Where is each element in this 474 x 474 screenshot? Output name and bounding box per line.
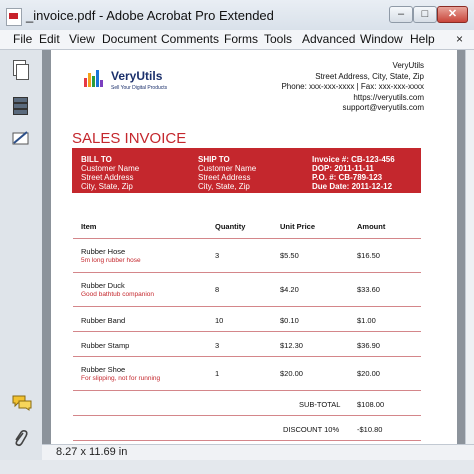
item-unit-price: $20.00 xyxy=(280,369,303,378)
maximize-button[interactable]: □ xyxy=(413,6,437,23)
page-size-readout: 8.27 x 11.69 in xyxy=(56,446,128,458)
paperclip-icon[interactable] xyxy=(12,428,30,448)
signature-icon[interactable] xyxy=(12,130,30,150)
table-row: Rubber Shoe For slipping, not for runnin… xyxy=(73,357,421,391)
date-of-purchase: DOP: 2011-11-11 xyxy=(312,164,374,173)
invoice-header-band: BILL TO Customer Name Street Address Cit… xyxy=(72,148,421,193)
menu-view[interactable]: View xyxy=(69,32,95,46)
pdf-page: VeryUtils Sell Your Digital Products Ver… xyxy=(51,50,457,444)
item-unit-price: $4.20 xyxy=(280,285,299,294)
item-quantity: 1 xyxy=(215,369,220,378)
title-bar: _invoice.pdf - Adobe Acrobat Pro Extende… xyxy=(0,0,474,31)
logo-tagline: Sell Your Digital Products xyxy=(111,85,168,91)
bill-to-street: Street Address xyxy=(81,173,134,182)
menu-document[interactable]: Document xyxy=(102,32,157,46)
item-amount: $20.00 xyxy=(357,369,380,378)
window-title: _invoice.pdf - Adobe Acrobat Pro Extende… xyxy=(26,8,274,23)
table-row: Rubber Band 10 $0.10 $1.00 xyxy=(73,307,421,332)
bill-to-heading: BILL TO xyxy=(81,155,112,164)
veryutils-logo-icon xyxy=(84,69,106,87)
logo-name: VeryUtils xyxy=(111,69,163,83)
acrobat-window: _invoice.pdf - Adobe Acrobat Pro Extende… xyxy=(0,0,474,474)
invoice-number: Invoice #: CB-123-456 xyxy=(312,155,395,164)
item-description: Good bathtub companion xyxy=(81,291,154,298)
ship-to-heading: SHIP TO xyxy=(198,155,230,164)
item-quantity: 3 xyxy=(215,341,220,350)
item-quantity: 8 xyxy=(215,285,220,294)
document-close-icon[interactable]: × xyxy=(456,32,463,46)
table-row: Rubber Duck Good bathtub companion 8 $4.… xyxy=(73,273,421,307)
subtotal-row: SUB-TOTAL $108.00 xyxy=(73,391,421,416)
comments-icon[interactable] xyxy=(12,395,32,411)
item-name: Rubber Band xyxy=(81,316,126,325)
subtotal-label: SUB-TOTAL xyxy=(299,400,341,409)
minimize-button[interactable]: – xyxy=(389,6,413,23)
navigation-pane xyxy=(0,50,43,460)
ship-to-street: Street Address xyxy=(198,173,251,182)
menu-file[interactable]: File xyxy=(13,32,32,46)
table-header-row: Item Quantity Unit Price Amount xyxy=(73,217,421,239)
menu-bar: File Edit View Document Comments Forms T… xyxy=(0,30,474,50)
menu-edit[interactable]: Edit xyxy=(39,32,60,46)
due-date: Due Date: 2011-12-12 xyxy=(312,182,393,191)
company-email: support@veryutils.com xyxy=(342,103,424,112)
company-info: VeryUtils Street Address, City, State, Z… xyxy=(281,61,424,114)
item-description: 5m long rubber hose xyxy=(81,257,141,264)
item-name: Rubber Shoe xyxy=(81,365,126,374)
close-button[interactable]: ✕ xyxy=(437,6,468,23)
vertical-scrollbar[interactable] xyxy=(465,50,474,444)
table-row: Rubber Hose 5m long rubber hose 3 $5.50 … xyxy=(73,239,421,273)
pages-icon[interactable] xyxy=(12,60,30,80)
item-name: Rubber Duck xyxy=(81,281,125,290)
item-amount: $33.60 xyxy=(357,285,380,294)
item-quantity: 3 xyxy=(215,251,220,260)
bill-to-name: Customer Name xyxy=(81,164,140,173)
item-amount: $36.90 xyxy=(357,341,380,350)
item-name: Rubber Stamp xyxy=(81,341,130,350)
layers-icon[interactable] xyxy=(12,95,30,115)
status-bar: 8.27 x 11.69 in xyxy=(42,444,474,461)
menu-forms[interactable]: Forms xyxy=(224,32,258,46)
invoice-meta-block: Invoice #: CB-123-456 DOP: 2011-11-11 P.… xyxy=(312,155,395,191)
bill-to-block: BILL TO Customer Name Street Address Cit… xyxy=(81,155,139,191)
discount-label: DISCOUNT 10% xyxy=(283,425,340,434)
document-viewport[interactable]: VeryUtils Sell Your Digital Products Ver… xyxy=(42,50,465,444)
item-unit-price: $5.50 xyxy=(280,251,299,260)
ship-to-city: City, State, Zip xyxy=(198,182,250,191)
menu-tools[interactable]: Tools xyxy=(264,32,292,46)
window-bottom-edge xyxy=(0,460,474,474)
item-amount: $1.00 xyxy=(357,316,376,325)
company-phone: Phone: xxx-xxx-xxxx | Fax: xxx-xxx-xxxx xyxy=(281,82,424,91)
ship-to-name: Customer Name xyxy=(198,164,257,173)
item-quantity: 10 xyxy=(215,316,224,325)
subtotal-value: $108.00 xyxy=(357,400,385,409)
pdf-file-icon xyxy=(6,8,22,26)
company-website: https://veryutils.com xyxy=(353,92,424,102)
item-description: For slipping, not for running xyxy=(81,375,161,382)
discount-row: DISCOUNT 10% -$10.80 xyxy=(73,416,421,441)
company-name: VeryUtils xyxy=(392,61,424,70)
menu-window[interactable]: Window xyxy=(360,32,403,46)
po-number: P.O. #: CB-789-123 xyxy=(312,173,383,182)
invoice-title: SALES INVOICE xyxy=(72,130,187,147)
header-unit-price: Unit Price xyxy=(280,222,316,231)
header-quantity: Quantity xyxy=(215,222,246,231)
header-item: Item xyxy=(81,222,97,231)
company-address: Street Address, City, State, Zip xyxy=(315,71,424,81)
discount-value: -$10.80 xyxy=(357,425,383,434)
menu-help[interactable]: Help xyxy=(410,32,435,46)
header-amount: Amount xyxy=(357,222,386,231)
ship-to-block: SHIP TO Customer Name Street Address Cit… xyxy=(198,155,256,191)
bill-to-city: City, State, Zip xyxy=(81,182,133,191)
table-row: Rubber Stamp 3 $12.30 $36.90 xyxy=(73,332,421,357)
item-name: Rubber Hose xyxy=(81,247,126,256)
item-amount: $16.50 xyxy=(357,251,380,260)
menu-advanced[interactable]: Advanced xyxy=(302,32,355,46)
item-unit-price: $0.10 xyxy=(280,316,299,325)
menu-comments[interactable]: Comments xyxy=(161,32,219,46)
item-unit-price: $12.30 xyxy=(280,341,303,350)
